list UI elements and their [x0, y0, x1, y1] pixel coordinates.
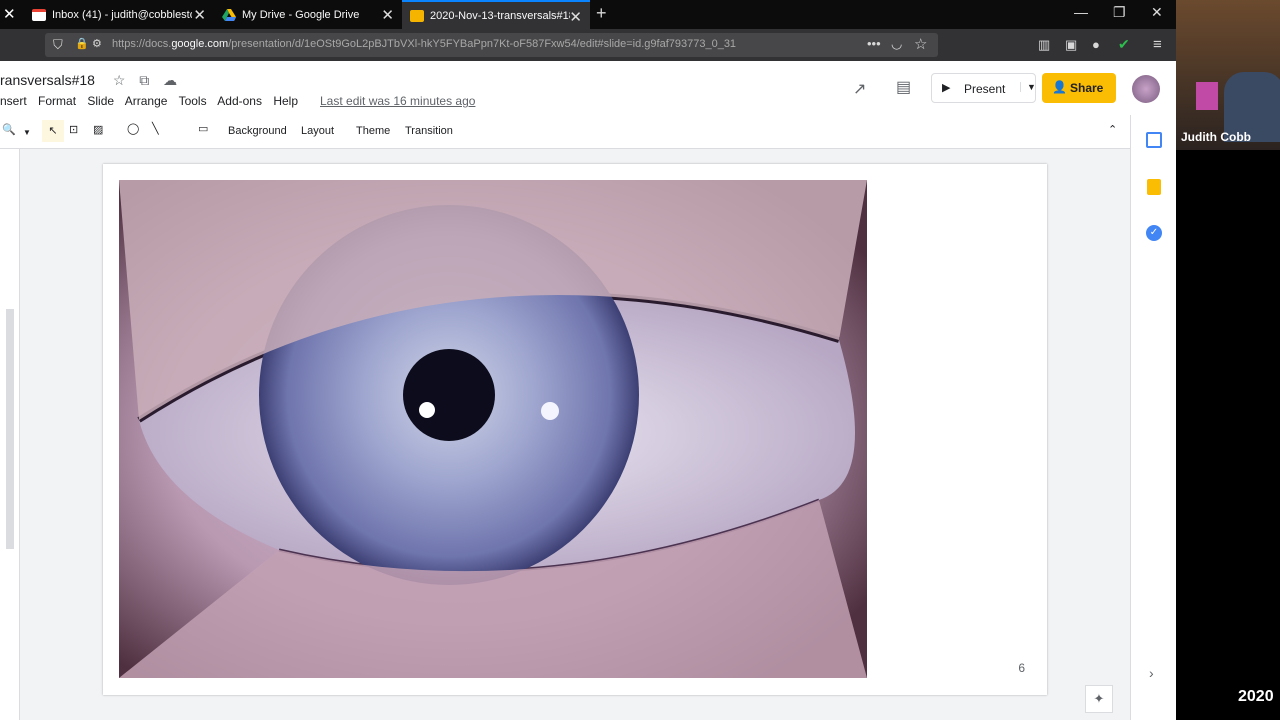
- screen: ✕ Inbox (41) - judith@cobbleston ✕ My Dr…: [0, 0, 1280, 720]
- transition-button[interactable]: Transition: [405, 125, 453, 137]
- image-icon[interactable]: ▨: [93, 123, 103, 136]
- new-tab-icon[interactable]: +: [596, 3, 607, 24]
- video-object: [1196, 82, 1218, 110]
- menu-format[interactable]: Format: [38, 94, 76, 108]
- menu-slide[interactable]: Slide: [87, 94, 114, 108]
- tasks-icon[interactable]: ✓: [1146, 225, 1162, 241]
- close-tab-icon[interactable]: ✕: [3, 5, 16, 23]
- shield-icon: ⛉: [53, 37, 63, 52]
- close-icon[interactable]: ✕: [381, 6, 394, 24]
- line-icon[interactable]: ╲: [152, 122, 159, 135]
- tab-title: Inbox (41) - judith@cobbleston: [52, 8, 192, 21]
- tab-gmail[interactable]: Inbox (41) - judith@cobbleston ✕: [24, 0, 214, 29]
- activity-icon[interactable]: ↗: [853, 79, 866, 99]
- filmstrip-scrollbar[interactable]: [6, 309, 14, 549]
- toolbar: 🔍 ▼ ↖ ⊡ ▨ ◯ ╲ ▭ Background Layout Theme …: [0, 115, 1130, 149]
- menu-insert[interactable]: nsert: [0, 94, 27, 108]
- navigation-bar: ⛉ 🔒 ⚙ https://docs.google.com/presentati…: [0, 29, 1176, 61]
- docs-header: ransversals#18 ☆ ⧉ ☁ nsert Format Slide …: [0, 61, 1176, 115]
- star-icon[interactable]: ☆: [113, 72, 126, 88]
- permissions-icon: ⚙: [92, 38, 102, 50]
- text-box-icon[interactable]: ⊡: [69, 123, 78, 136]
- select-tool-icon[interactable]: ↖: [42, 120, 64, 142]
- calendar-icon[interactable]: [1146, 132, 1162, 148]
- tab-drive[interactable]: My Drive - Google Drive ✕: [214, 0, 402, 29]
- gmail-icon: [32, 8, 46, 21]
- account-icon[interactable]: ●: [1092, 37, 1100, 52]
- collapse-toolbar-icon[interactable]: ⌃: [1108, 123, 1117, 136]
- drive-icon: [222, 8, 236, 21]
- close-icon[interactable]: ✕: [569, 8, 582, 26]
- layout-button[interactable]: Layout: [301, 125, 334, 137]
- window-close-icon[interactable]: ✕: [1151, 4, 1163, 21]
- tab-slides[interactable]: 2020-Nov-13-transversals#18 ✕: [402, 0, 590, 29]
- sidebar-icon[interactable]: ▣: [1065, 37, 1077, 53]
- filmstrip-rail[interactable]: [0, 149, 20, 720]
- menu-icon[interactable]: ≡: [1153, 36, 1162, 53]
- explore-icon[interactable]: ✦: [1085, 685, 1113, 713]
- document-title[interactable]: ransversals#18 ☆ ⧉ ☁: [0, 72, 177, 89]
- close-icon[interactable]: ✕: [193, 6, 206, 24]
- url-field[interactable]: ⛉ 🔒 ⚙ https://docs.google.com/presentati…: [45, 33, 938, 57]
- zoom-dropdown-icon[interactable]: ▼: [23, 128, 31, 137]
- slides-app: ransversals#18 ☆ ⧉ ☁ nsert Format Slide …: [0, 61, 1176, 720]
- avatar[interactable]: [1132, 75, 1160, 103]
- background-button[interactable]: Background: [228, 125, 287, 137]
- last-edit-link[interactable]: Last edit was 16 minutes ago: [320, 94, 475, 108]
- pocket-icon[interactable]: ◡: [891, 36, 902, 52]
- document-title-text[interactable]: ransversals#18: [0, 72, 95, 88]
- menu-addons[interactable]: Add-ons: [217, 94, 262, 108]
- minimize-icon[interactable]: —: [1074, 4, 1088, 20]
- bookmark-star-icon[interactable]: ☆: [914, 35, 927, 53]
- move-folder-icon[interactable]: ⧉: [139, 72, 149, 88]
- share-button[interactable]: 👤 Share: [1042, 73, 1116, 103]
- present-button[interactable]: ▶ Present ▼: [931, 73, 1036, 103]
- chevron-down-icon[interactable]: ▼: [1020, 82, 1036, 92]
- menu-help[interactable]: Help: [273, 94, 298, 108]
- theme-button[interactable]: Theme: [356, 125, 390, 137]
- restore-icon[interactable]: ❐: [1113, 4, 1126, 21]
- browser-tab-bar: ✕ Inbox (41) - judith@cobbleston ✕ My Dr…: [0, 0, 1176, 29]
- tab-title: 2020-Nov-13-transversals#18: [430, 9, 570, 22]
- zoom-icon[interactable]: 🔍: [2, 123, 16, 136]
- eye-image[interactable]: [119, 180, 867, 678]
- participant-name: Judith Cobb: [1181, 130, 1251, 144]
- shape-icon[interactable]: ◯: [127, 122, 139, 135]
- present-label: Present: [964, 82, 1006, 96]
- video-tile: Judith Cobb: [1176, 0, 1280, 150]
- share-label: Share: [1070, 81, 1104, 95]
- slide-number: 6: [1018, 661, 1025, 675]
- year-label: 2020: [1238, 688, 1274, 705]
- menu-tools[interactable]: Tools: [179, 94, 207, 108]
- person-icon: 👤: [1052, 80, 1067, 94]
- cloud-status-icon: ☁: [163, 72, 178, 88]
- lock-icon: 🔒: [75, 38, 89, 50]
- url-text[interactable]: https://docs.google.com/presentation/d/1…: [112, 38, 792, 50]
- present-icon: ▶: [942, 82, 951, 94]
- library-icon[interactable]: ▥: [1038, 37, 1050, 53]
- comment-add-icon[interactable]: ▭: [198, 122, 208, 135]
- comments-icon[interactable]: ▤: [896, 77, 911, 97]
- side-panel: ✓ ›: [1130, 115, 1176, 720]
- more-icon[interactable]: •••: [867, 36, 881, 51]
- expand-panel-icon[interactable]: ›: [1149, 665, 1154, 681]
- menu-arrange[interactable]: Arrange: [125, 94, 168, 108]
- menu-bar: nsert Format Slide Arrange Tools Add-ons…: [0, 94, 306, 108]
- tab-title: My Drive - Google Drive: [242, 8, 360, 21]
- slide-canvas[interactable]: 6: [103, 164, 1047, 695]
- extension-icon[interactable]: ✔: [1118, 36, 1130, 53]
- keep-icon[interactable]: [1147, 179, 1161, 195]
- slides-icon: [410, 9, 424, 22]
